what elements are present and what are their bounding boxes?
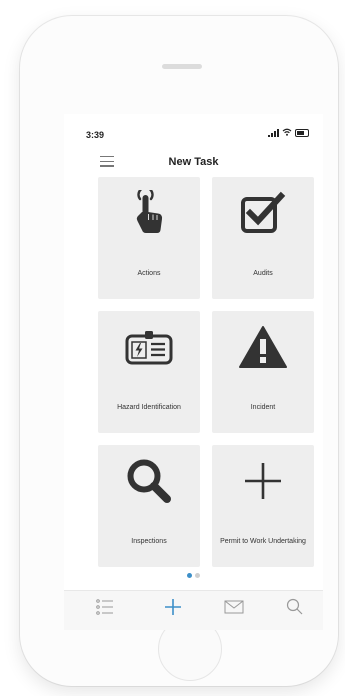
status-icons bbox=[268, 128, 309, 138]
page-indicator bbox=[64, 573, 323, 578]
plus-icon bbox=[164, 598, 182, 621]
page-title: New Task bbox=[168, 156, 219, 168]
tab-new-task[interactable] bbox=[153, 591, 193, 627]
list-icon bbox=[96, 598, 114, 620]
status-bar: 3:39 bbox=[64, 114, 323, 152]
tile-label: Hazard Identification bbox=[117, 403, 181, 411]
tile-label: Actions bbox=[137, 269, 161, 277]
tile-label: Incident bbox=[250, 403, 276, 411]
signal-icon bbox=[268, 129, 279, 137]
page-dot[interactable] bbox=[195, 573, 200, 578]
tile-hazard-identification[interactable]: Hazard Identification bbox=[98, 311, 200, 433]
tile-incident[interactable]: Incident bbox=[212, 311, 314, 433]
nav-bar: New Task bbox=[64, 152, 323, 174]
page-dot-active[interactable] bbox=[187, 573, 192, 578]
tile-label: Permit to Work Undertaking bbox=[220, 537, 306, 545]
status-time: 3:39 bbox=[86, 130, 105, 140]
wifi-icon bbox=[282, 128, 292, 138]
tile-audits[interactable]: Audits bbox=[212, 177, 314, 299]
phone-frame: 3:39 New Task Actions Audits Hazard Iden… bbox=[20, 16, 338, 686]
warning-triangle-icon bbox=[212, 311, 314, 383]
tab-search[interactable] bbox=[274, 591, 314, 627]
checkbox-icon bbox=[212, 177, 314, 249]
hazard-id-card-icon bbox=[98, 311, 200, 383]
battery-icon bbox=[295, 129, 309, 137]
plus-icon bbox=[212, 445, 314, 517]
phone-speaker bbox=[162, 64, 202, 69]
app-screen: 3:39 New Task Actions Audits Hazard Iden… bbox=[64, 114, 323, 630]
search-icon bbox=[286, 598, 303, 620]
tile-permit-to-work[interactable]: Permit to Work Undertaking bbox=[212, 445, 314, 567]
tile-actions[interactable]: Actions bbox=[98, 177, 200, 299]
tile-inspections[interactable]: Inspections bbox=[98, 445, 200, 567]
hand-pointer-icon bbox=[98, 177, 200, 249]
tile-label: Audits bbox=[253, 269, 273, 277]
mail-icon bbox=[224, 600, 244, 619]
tile-label: Inspections bbox=[131, 537, 167, 545]
tab-list[interactable] bbox=[85, 591, 125, 627]
tab-mail[interactable] bbox=[214, 591, 254, 627]
magnifier-icon bbox=[98, 445, 200, 517]
tab-bar bbox=[64, 590, 323, 630]
